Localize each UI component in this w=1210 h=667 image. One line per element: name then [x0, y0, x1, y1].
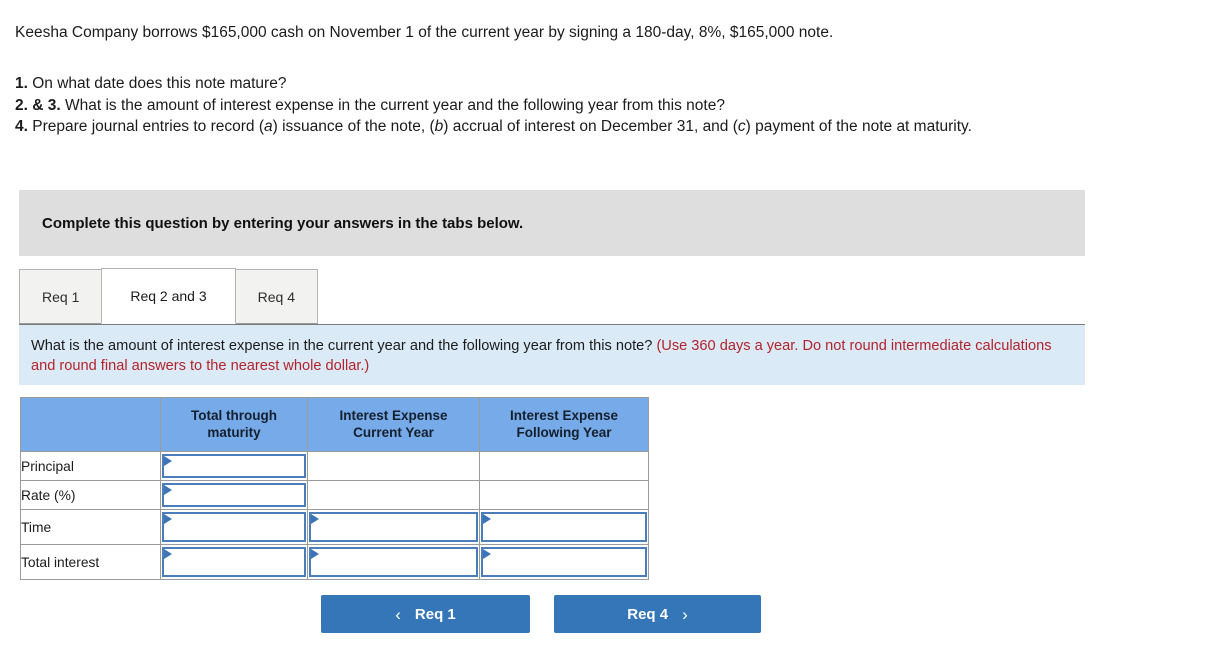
table-row-total-interest: Total interest	[20, 544, 649, 580]
input-total-interest-current[interactable]	[309, 547, 478, 577]
cell-total-interest-total[interactable]	[160, 544, 308, 580]
tab-req-2-and-3-label: Req 2 and 3	[130, 288, 207, 304]
requirement-4: 4. Prepare journal entries to record (a)…	[15, 116, 1175, 138]
header-following-line-2: Following Year	[516, 424, 612, 440]
worksheet-page: Keesha Company borrows $165,000 cash on …	[0, 0, 1210, 667]
header-interest-expense-following-year: Interest Expense Following Year	[479, 397, 649, 452]
input-time-total[interactable]	[162, 512, 306, 542]
input-principal-total[interactable]	[162, 454, 306, 478]
cell-principal-current	[307, 451, 480, 481]
cell-rate-total[interactable]	[160, 480, 308, 510]
requirement-question: What is the amount of interest expense i…	[31, 338, 657, 354]
requirement-2-3-number: 2. & 3.	[15, 96, 61, 114]
complete-question-banner: Complete this question by entering your …	[19, 190, 1085, 256]
requirement-instruction-panel: What is the amount of interest expense i…	[19, 324, 1085, 385]
header-blank	[20, 397, 161, 452]
navigation-buttons: ‹ Req 1 Req 4 ›	[321, 595, 761, 633]
cell-rate-current	[307, 480, 480, 510]
requirements-list: 1. On what date does this note mature? 2…	[15, 73, 1175, 138]
complete-question-text: Complete this question by entering your …	[42, 214, 524, 232]
cell-principal-following	[479, 451, 649, 481]
header-total-line-1: Total through	[191, 408, 277, 423]
row-label-time: Time	[20, 509, 161, 545]
prev-req-1-button[interactable]: ‹ Req 1	[321, 595, 530, 633]
requirement-4-italic-c: c	[737, 118, 746, 135]
requirement-4-text-b: ) issuance of the note, (	[272, 118, 435, 135]
cell-time-total[interactable]	[160, 509, 308, 545]
input-rate-total[interactable]	[162, 483, 306, 507]
chevron-left-icon: ‹	[395, 604, 401, 624]
requirement-4-text-d: ) payment of the note at maturity.	[745, 118, 972, 135]
requirement-4-italic-a: a	[264, 118, 273, 135]
row-label-principal: Principal	[20, 451, 161, 481]
requirement-instruction-text: What is the amount of interest expense i…	[19, 325, 1085, 376]
row-label-rate: Rate (%)	[20, 480, 161, 510]
requirement-4-text-c: ) accrual of interest on December 31, an…	[443, 118, 738, 135]
header-interest-expense-current-year: Interest Expense Current Year	[307, 397, 480, 452]
table-row-time: Time	[20, 509, 649, 545]
requirement-1: 1. On what date does this note mature?	[15, 73, 1175, 95]
requirement-4-italic-b: b	[434, 118, 444, 135]
tab-req-4-label: Req 4	[257, 288, 296, 305]
requirement-tabs: Req 1 Req 2 and 3 Req 4	[19, 268, 1085, 324]
requirement-1-number: 1.	[15, 75, 28, 92]
table-header: Total through maturity Interest Expense …	[20, 397, 649, 452]
table-row-principal: Principal	[20, 451, 649, 481]
problem-statement: Keesha Company borrows $165,000 cash on …	[15, 24, 834, 41]
cell-time-following[interactable]	[479, 509, 649, 545]
requirement-1-text: On what date does this note mature?	[32, 75, 287, 92]
header-total-line-2: maturity	[207, 424, 261, 440]
header-following-line-1: Interest Expense	[509, 408, 619, 423]
cell-total-interest-following[interactable]	[479, 544, 649, 580]
cell-time-current[interactable]	[307, 509, 480, 545]
next-req-4-label: Req 4	[627, 605, 669, 623]
tab-req-1[interactable]: Req 1	[19, 269, 103, 324]
interest-expense-table: Total through maturity Interest Expense …	[20, 397, 649, 580]
requirement-4-number: 4.	[15, 118, 28, 135]
chevron-right-icon: ›	[682, 604, 688, 624]
header-total-through-maturity: Total through maturity	[160, 397, 308, 452]
input-time-following[interactable]	[481, 512, 647, 542]
tab-req-1-label: Req 1	[42, 288, 80, 305]
prev-req-1-label: Req 1	[414, 605, 456, 623]
tab-req-2-and-3[interactable]: Req 2 and 3	[101, 268, 236, 324]
row-label-total-interest: Total interest	[20, 544, 161, 580]
requirement-4-text-a: Prepare journal entries to record (	[32, 118, 265, 135]
table-row-rate: Rate (%)	[20, 480, 649, 510]
input-time-current[interactable]	[309, 512, 478, 542]
cell-principal-total[interactable]	[160, 451, 308, 481]
cell-total-interest-current[interactable]	[307, 544, 480, 580]
requirement-2-3: 2. & 3. What is the amount of interest e…	[15, 95, 1175, 117]
cell-rate-following	[479, 480, 649, 510]
table-header-row: Total through maturity Interest Expense …	[20, 397, 649, 452]
next-req-4-button[interactable]: Req 4 ›	[554, 595, 761, 633]
table-body: Principal Rate (%) Time Total interest	[20, 451, 649, 580]
header-current-line-1: Interest Expense	[339, 408, 448, 423]
tab-req-4[interactable]: Req 4	[234, 269, 319, 324]
input-total-interest-total[interactable]	[162, 547, 306, 577]
header-current-line-2: Current Year	[353, 424, 434, 440]
input-total-interest-following[interactable]	[481, 547, 647, 577]
requirement-2-3-text: What is the amount of interest expense i…	[64, 96, 725, 114]
